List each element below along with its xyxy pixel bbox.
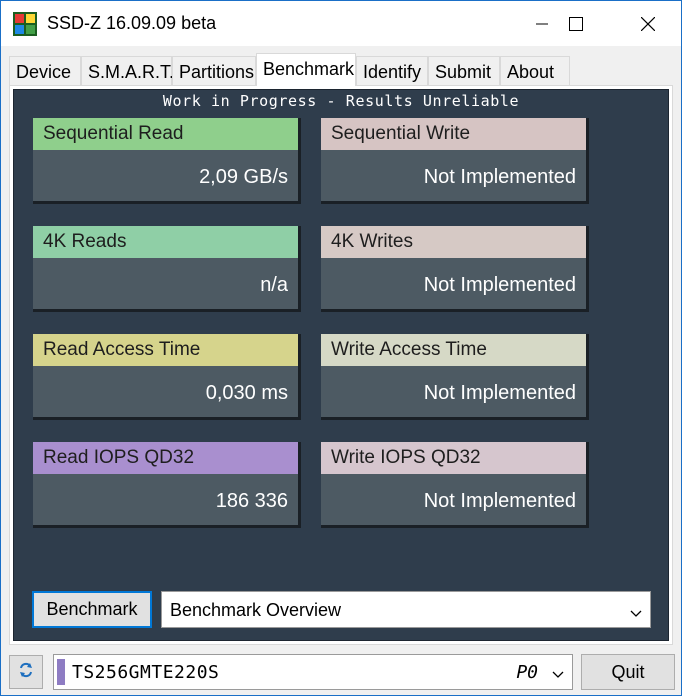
card-value: Not Implemented: [423, 274, 576, 296]
refresh-button[interactable]: [9, 655, 43, 689]
card-label: Write IOPS QD32: [321, 442, 586, 474]
result-card-4k-reads: 4K Reads n/a: [33, 226, 301, 312]
drive-port: P0: [516, 662, 538, 683]
quit-button[interactable]: Quit: [581, 654, 675, 690]
drive-color-swatch: [57, 659, 65, 685]
benchmark-mode-value: Benchmark Overview: [170, 600, 342, 620]
minimize-icon: [536, 18, 548, 30]
app-window: SSD-Z 16.09.09 beta Device S.M.A.R.T. Pa…: [0, 0, 682, 696]
run-benchmark-button[interactable]: Benchmark: [32, 591, 152, 628]
refresh-icon: [18, 662, 34, 683]
tab-device[interactable]: Device: [9, 56, 81, 86]
tab-identify[interactable]: Identify: [356, 56, 428, 86]
card-label: Read IOPS QD32: [33, 442, 298, 474]
bottom-bar: TS256GMTE220S P0 Quit: [1, 649, 681, 695]
result-card-sequential-read: Sequential Read 2,09 GB/s: [33, 118, 301, 204]
result-card-read-access-time: Read Access Time 0,030 ms: [33, 334, 301, 420]
close-icon: [641, 16, 655, 31]
card-value: n/a: [260, 274, 288, 296]
card-label: 4K Writes: [321, 226, 586, 258]
benchmark-tab-panel: Work in Progress - Results Unreliable Se…: [9, 85, 673, 645]
status-banner: Work in Progress - Results Unreliable: [162, 92, 520, 110]
card-label: Sequential Write: [321, 118, 586, 150]
chevron-down-icon: [630, 602, 642, 623]
card-value: 186 336: [215, 490, 288, 512]
maximize-icon: [569, 16, 583, 31]
card-label: Read Access Time: [33, 334, 298, 366]
card-value: Not Implemented: [423, 490, 576, 512]
card-value: 2,09 GB/s: [199, 166, 288, 188]
window-title: SSD-Z 16.09.09 beta: [47, 13, 217, 33]
drive-name: TS256GMTE220S: [72, 662, 220, 683]
card-value: Not Implemented: [423, 382, 576, 404]
title-bar[interactable]: SSD-Z 16.09.09 beta: [1, 1, 681, 46]
tab-about[interactable]: About: [500, 56, 570, 86]
chevron-down-icon: [552, 666, 564, 684]
close-button[interactable]: [625, 1, 671, 46]
tab-benchmark[interactable]: Benchmark: [256, 53, 356, 86]
card-value: Not Implemented: [423, 166, 576, 188]
drive-select[interactable]: TS256GMTE220S P0: [53, 654, 573, 690]
card-label: Sequential Read: [33, 118, 298, 150]
benchmark-mode-select[interactable]: Benchmark Overview: [161, 591, 651, 628]
result-card-4k-writes: 4K Writes Not Implemented: [321, 226, 589, 312]
result-card-write-access-time: Write Access Time Not Implemented: [321, 334, 589, 420]
card-label: Write Access Time: [321, 334, 586, 366]
tab-submit[interactable]: Submit: [428, 56, 500, 86]
result-card-read-iops-qd32: Read IOPS QD32 186 336: [33, 442, 301, 528]
tab-smart[interactable]: S.M.A.R.T.: [81, 56, 174, 86]
result-card-sequential-write: Sequential Write Not Implemented: [321, 118, 589, 204]
card-label: 4K Reads: [33, 226, 298, 258]
tab-strip: Device S.M.A.R.T. Partitions Benchmark I…: [9, 53, 673, 86]
card-value: 0,030 ms: [205, 382, 288, 404]
maximize-button[interactable]: [553, 1, 599, 46]
benchmark-results-area: Work in Progress - Results Unreliable Se…: [13, 89, 669, 641]
result-card-write-iops-qd32: Write IOPS QD32 Not Implemented: [321, 442, 589, 528]
ssd-z-app-icon: [13, 12, 37, 36]
tab-partitions[interactable]: Partitions: [172, 56, 256, 86]
